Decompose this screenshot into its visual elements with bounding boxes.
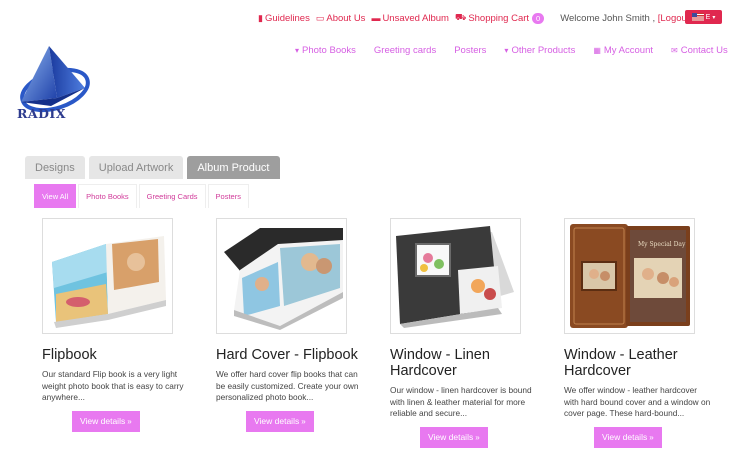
nav-posters[interactable]: Posters (454, 45, 486, 56)
nav-other-products[interactable]: ▾ Other Products (504, 45, 575, 56)
caret-down-icon: ▾ (504, 46, 509, 55)
caret-down-icon: ▾ (712, 14, 716, 21)
leather-hardcover-photo: My Special Day (568, 222, 691, 330)
language-selector[interactable]: E ▾ (685, 10, 722, 24)
tab-upload-artwork[interactable]: Upload Artwork (88, 156, 184, 179)
svg-text:My Special Day: My Special Day (638, 241, 686, 248)
nav-photo-books[interactable]: ▾ Photo Books (295, 45, 356, 56)
product-card: Hard Cover - Flipbook We offer hard cove… (216, 218, 366, 432)
product-image[interactable] (42, 218, 173, 334)
tab-album-product[interactable]: Album Product (187, 156, 280, 179)
product-description: We offer window - leather hardcover with… (564, 385, 711, 418)
cart-count-badge: 0 (532, 12, 545, 24)
guidelines-link[interactable]: ▮ Guidelines (258, 13, 310, 24)
view-details-button[interactable]: View details» (420, 426, 488, 448)
view-details-button[interactable]: View details» (594, 426, 662, 448)
subtab-view-all[interactable]: View All (34, 184, 77, 208)
product-description: We offer hard cover flip books that can … (216, 369, 359, 402)
product-description: Our window - linen hardcover is bound wi… (390, 385, 532, 418)
nav-label: Other Products (511, 45, 576, 56)
subtab-photo-books[interactable]: Photo Books (78, 184, 137, 208)
welcome-text: Welcome John Smith , (560, 12, 656, 24)
nav-label: My Account (603, 45, 653, 56)
double-chevron-right-icon: » (301, 416, 306, 426)
about-us-label: About Us (326, 12, 366, 24)
double-chevron-right-icon: » (475, 432, 480, 442)
product-image[interactable]: My Special Day (564, 218, 695, 334)
about-us-link[interactable]: ▭ About Us (316, 13, 366, 24)
tab-designs[interactable]: Designs (25, 156, 85, 179)
product-tabs: Designs Upload Artwork Album Product (25, 156, 284, 179)
product-title: Window - Leather Hardcover (564, 347, 678, 379)
grid-icon: ▦ (593, 46, 601, 55)
nav-label: Posters (454, 45, 487, 56)
nav-contact-us[interactable]: ✉ Contact Us (671, 45, 728, 56)
product-title: Window - Linen Hardcover (390, 347, 490, 379)
envelope-icon: ✉ (671, 46, 678, 55)
shopping-cart-label: Shopping Cart (468, 12, 530, 24)
double-chevron-right-icon: » (127, 416, 132, 426)
language-label: E (705, 13, 711, 21)
unsaved-album-link[interactable]: ▬ Unsaved Album (371, 13, 449, 24)
hardcover-flipbook-photo (220, 222, 343, 330)
cart-icon: ⛟ (454, 12, 467, 22)
main-navigation: ▾ Photo Books Greeting cards Posters ▾ Oth… (295, 45, 728, 56)
product-card: Window - Linen Hardcover Our window - li… (390, 218, 540, 448)
nav-my-account[interactable]: ▦ My Account (593, 45, 653, 56)
nav-label: Contact Us (680, 45, 728, 56)
nav-greeting-cards[interactable]: Greeting cards (374, 45, 436, 56)
view-details-button[interactable]: View details» (72, 410, 140, 432)
product-image[interactable] (216, 218, 347, 334)
product-card: My Special Day Window - Leather Hardcove… (564, 218, 714, 448)
nav-label: Photo Books (302, 45, 356, 56)
product-image[interactable] (390, 218, 521, 334)
book-icon: ▮ (258, 12, 263, 23)
subtab-posters[interactable]: Posters (207, 184, 249, 208)
flipbook-photo (46, 222, 169, 330)
product-card: Flipbook Our standard Flip book is a ver… (42, 218, 192, 432)
us-flag-icon (691, 13, 704, 21)
subtab-greeting-cards[interactable]: Greeting Cards (138, 184, 206, 208)
guidelines-label: Guidelines (264, 12, 310, 24)
top-utility-bar: ▮ Guidelines ▭ About Us ▬ Unsaved Album ⛟ Sh… (258, 11, 692, 25)
product-title: Flipbook (42, 347, 97, 363)
logo-text: RADIX (17, 106, 66, 121)
shopping-cart-link[interactable]: ⛟ Shopping Cart 0 (454, 12, 545, 24)
nav-label: Greeting cards (373, 45, 437, 56)
double-chevron-right-icon: » (649, 432, 654, 442)
view-details-button[interactable]: View details» (246, 410, 314, 432)
unsaved-album-label: Unsaved Album (382, 12, 449, 24)
category-filter-tabs: View All Photo Books Greeting Cards Post… (34, 184, 251, 208)
folder-icon: ▬ (371, 13, 381, 23)
product-description: Our standard Flip book is a very light w… (42, 369, 184, 402)
info-icon: ▭ (315, 12, 325, 23)
caret-down-icon: ▾ (295, 46, 300, 55)
product-title: Hard Cover - Flipbook (216, 347, 358, 363)
linen-hardcover-photo (394, 222, 517, 330)
